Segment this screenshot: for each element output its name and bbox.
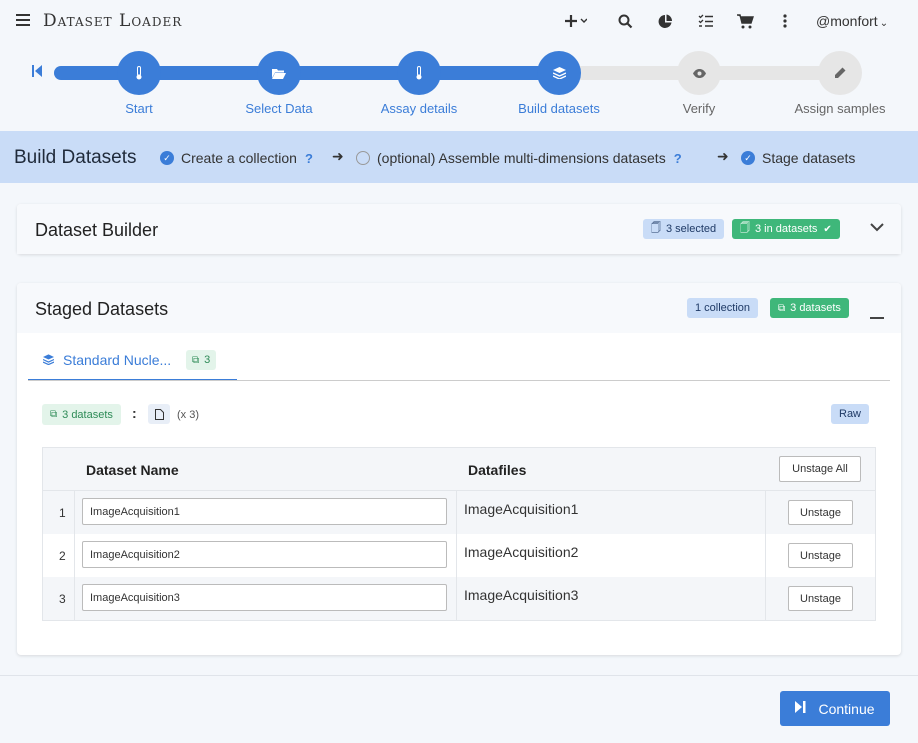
dataset-name-input[interactable]	[82, 584, 447, 611]
tab-divider	[28, 380, 890, 381]
continue-label: Continue	[818, 700, 875, 717]
unstage-button[interactable]: Unstage	[788, 500, 853, 525]
datafile-name: ImageAcquisition3	[464, 587, 579, 603]
check-circle-icon: ✓	[160, 151, 174, 165]
continue-button[interactable]: Continue	[780, 691, 890, 726]
datafile-name: ImageAcquisition2	[464, 544, 579, 560]
pencil-icon	[818, 51, 862, 95]
section-title: Build Datasets	[14, 147, 137, 168]
search-icon[interactable]	[615, 11, 635, 31]
card-title: Staged Datasets	[35, 299, 169, 319]
step-verify[interactable]: Verify	[629, 48, 769, 116]
chevron-down-icon: ⌄	[879, 18, 889, 29]
row-number: 3	[59, 592, 66, 606]
dataset-builder-card: Dataset Builder 🗍 3 selected 🗍 3 in data…	[17, 204, 901, 254]
check-icon: ✔	[823, 223, 832, 235]
progress-stepper: Start Select Data Assay details Build da…	[0, 48, 918, 123]
collection-badge: 1 collection	[687, 298, 759, 318]
copy-icon: ⧉	[778, 302, 786, 314]
step-build-datasets[interactable]: Build datasets	[489, 48, 629, 116]
chevron-down-icon[interactable]	[870, 219, 884, 237]
col-datafiles: Datafiles	[468, 462, 527, 478]
tab-count-badge: ⧉ 3	[186, 350, 217, 370]
arrow-right-icon: ➜	[717, 148, 729, 164]
file-icon	[148, 404, 170, 424]
datasets-count-badge: ⧉ 3 datasets	[42, 404, 121, 425]
staged-datasets-table: Dataset Name Datafiles Unstage All 1 Ima…	[42, 447, 876, 621]
help-icon[interactable]: ?	[305, 151, 313, 166]
thermometer-icon	[397, 51, 441, 95]
dataset-name-input[interactable]	[82, 498, 447, 525]
copy-icon: ⧉	[50, 409, 58, 420]
crumb-assemble-multi[interactable]: (optional) Assemble multi-dimensions dat…	[356, 150, 682, 166]
crumb-label: Stage datasets	[762, 150, 856, 166]
step-assay-details[interactable]: Assay details	[349, 48, 489, 116]
folder-open-icon	[257, 51, 301, 95]
separator-colon: :	[132, 405, 137, 421]
table-row: 3 ImageAcquisition3 Unstage	[43, 577, 875, 620]
minus-icon[interactable]	[870, 306, 884, 324]
cart-icon[interactable]	[735, 11, 755, 31]
card-header[interactable]: Dataset Builder 🗍 3 selected 🗍 3 in data…	[17, 204, 901, 254]
file-icon: 🗍	[740, 222, 750, 234]
datafile-name: ImageAcquisition1	[464, 501, 579, 517]
top-navbar: Dataset Loader @monfort ⌄	[0, 0, 918, 42]
crumb-label: Create a collection	[181, 150, 297, 166]
footer-divider	[0, 675, 918, 676]
build-datasets-bar: Build Datasets ✓ Create a collection ? ➜…	[0, 131, 918, 183]
col-dataset-name: Dataset Name	[86, 462, 179, 478]
tab-label: Standard Nucle...	[63, 352, 172, 368]
datasets-badge: ⧉ 3 datasets	[770, 298, 849, 318]
layers-icon	[537, 51, 581, 95]
staged-datasets-card: Staged Datasets 1 collection ⧉ 3 dataset…	[17, 283, 901, 655]
step-label: Build datasets	[518, 101, 600, 116]
circle-outline-icon	[356, 151, 370, 165]
help-icon[interactable]: ?	[674, 151, 682, 166]
step-start[interactable]: Start	[69, 48, 209, 116]
dataset-name-input[interactable]	[82, 541, 447, 568]
username: @monfort	[816, 13, 878, 29]
step-label: Select Data	[245, 101, 313, 116]
kebab-menu-icon[interactable]	[775, 11, 795, 31]
table-row: 2 ImageAcquisition2 Unstage	[43, 534, 875, 577]
step-label: Assay details	[380, 101, 458, 116]
crumb-create-collection[interactable]: ✓ Create a collection ?	[160, 150, 313, 166]
in-datasets-badge: 🗍 3 in datasets ✔	[732, 219, 840, 239]
step-backward-icon[interactable]	[32, 65, 42, 77]
file-multiplier: (x 3)	[177, 409, 199, 421]
arrow-right-icon: ➜	[332, 148, 344, 164]
step-assign-samples[interactable]: Assign samples	[770, 48, 910, 116]
table-row: 1 ImageAcquisition1 Unstage	[43, 491, 875, 534]
hamburger-menu-icon[interactable]	[16, 14, 30, 26]
step-label: Start	[125, 101, 153, 116]
unstage-all-button[interactable]: Unstage All	[779, 456, 861, 482]
user-menu[interactable]: @monfort ⌄	[816, 13, 888, 29]
table-header: Dataset Name Datafiles Unstage All	[43, 448, 875, 491]
thermometer-icon	[117, 51, 161, 95]
layers-icon	[42, 354, 55, 368]
eye-icon	[677, 51, 721, 95]
check-circle-icon: ✓	[741, 151, 755, 165]
tab-standard-nucle[interactable]: Standard Nucle... ⧉ 3	[28, 335, 237, 381]
step-select-data[interactable]: Select Data	[209, 48, 349, 116]
app-title[interactable]: Dataset Loader	[43, 11, 182, 31]
copy-icon: ⧉	[192, 354, 200, 366]
step-forward-icon	[795, 701, 806, 716]
card-title: Dataset Builder	[35, 220, 159, 240]
task-list-icon[interactable]	[695, 11, 715, 31]
step-label: Verify	[682, 101, 716, 116]
unstage-button[interactable]: Unstage	[788, 543, 853, 568]
unstage-button[interactable]: Unstage	[788, 586, 853, 611]
plus-icon[interactable]	[561, 11, 591, 31]
pie-chart-icon[interactable]	[655, 11, 675, 31]
row-number: 2	[59, 549, 66, 563]
raw-badge[interactable]: Raw	[831, 404, 870, 424]
card-header[interactable]: Staged Datasets 1 collection ⧉ 3 dataset…	[17, 283, 901, 333]
step-label: Assign samples	[794, 101, 886, 116]
selected-badge: 🗍 3 selected	[643, 219, 725, 239]
file-icon: 🗍	[651, 222, 661, 234]
row-number: 1	[59, 506, 66, 520]
crumb-stage-datasets[interactable]: ✓ Stage datasets	[741, 150, 855, 166]
crumb-label: (optional) Assemble multi-dimensions dat…	[377, 150, 666, 166]
